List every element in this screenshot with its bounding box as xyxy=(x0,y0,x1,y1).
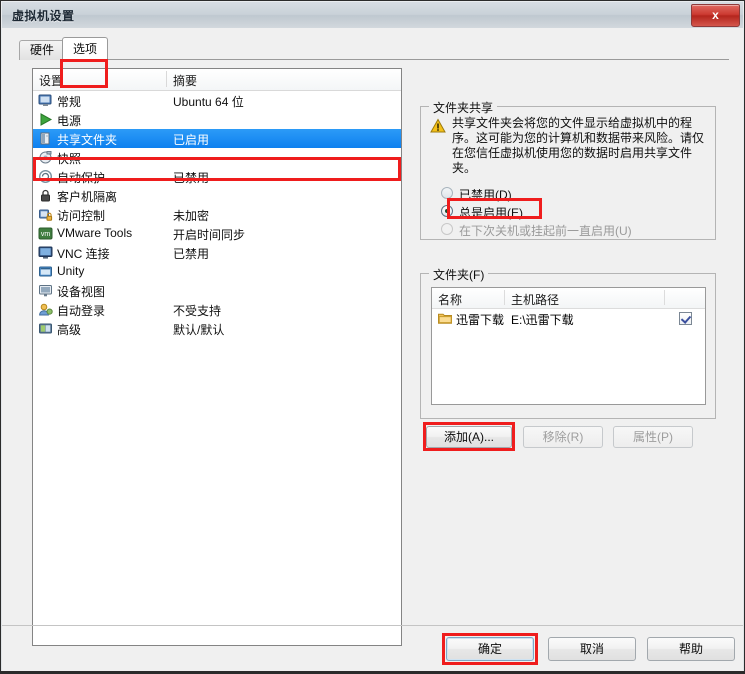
table-row[interactable]: 迅雷下载 E:\迅雷下载 xyxy=(432,309,705,329)
folder-sharing-group: 文件夹共享 共享文件夹会将您的文件显示给虚拟机中的程序。这可能为您的计算机和数据… xyxy=(420,99,716,240)
list-item-label: Unity xyxy=(57,264,85,278)
window-title: 虚拟机设置 xyxy=(12,9,75,23)
column-divider xyxy=(166,71,167,87)
tab-underline xyxy=(19,59,729,60)
folder-sharing-group-title: 文件夹共享 xyxy=(429,99,498,116)
radio-label: 已禁用(D) xyxy=(459,188,512,202)
list-item[interactable]: 自动保护 已禁用 xyxy=(33,167,401,186)
list-item-summary: 默认/默认 xyxy=(173,323,225,337)
tab-strip: 硬件 选项 xyxy=(19,37,729,60)
remove-folder-button: 移除(R) xyxy=(523,426,603,448)
lock-icon xyxy=(38,188,53,203)
settings-list[interactable]: 设置 摘要 常规 Ubuntu 64 位 电源 共享文件夹 已启用 快照 自动保… xyxy=(32,68,402,646)
folders-group: 文件夹(F) 名称 主机路径 迅雷下载 E:\迅雷下载 xyxy=(420,266,716,419)
column-header-host-path: 主机路径 xyxy=(511,293,560,307)
list-item-label: VNC 连接 xyxy=(57,247,110,261)
folders-table-header: 名称 主机路径 xyxy=(432,288,705,309)
list-item-summary: Ubuntu 64 位 xyxy=(173,95,244,109)
dialog-body: 硬件 选项 设置 摘要 常规 Ubuntu 64 位 电源 共享文件夹 已启用 … xyxy=(2,28,743,671)
list-item-shared-folders[interactable]: 共享文件夹 已启用 xyxy=(33,129,401,148)
close-icon[interactable]: x xyxy=(691,4,740,27)
list-item-label: VMware Tools xyxy=(57,226,133,240)
list-item[interactable]: 设备视图 xyxy=(33,281,401,300)
unity-icon xyxy=(38,264,53,279)
list-item[interactable]: 电源 xyxy=(33,110,401,129)
list-item-summary: 已禁用 xyxy=(173,247,210,261)
column-header-summary: 摘要 xyxy=(173,74,198,88)
folders-table[interactable]: 名称 主机路径 迅雷下载 E:\迅雷下载 xyxy=(431,287,706,405)
list-item[interactable]: 常规 Ubuntu 64 位 xyxy=(33,91,401,110)
list-item-label: 访问控制 xyxy=(57,209,106,223)
list-item[interactable]: VNC 连接 已禁用 xyxy=(33,243,401,262)
add-folder-button[interactable]: 添加(A)... xyxy=(426,426,512,448)
sharing-warning-text: 共享文件夹会将您的文件显示给虚拟机中的程序。这可能为您的计算机和数据带来风险。请… xyxy=(452,116,705,175)
radio-label: 总是启用(E) xyxy=(459,206,523,220)
list-item[interactable]: 高级 默认/默认 xyxy=(33,319,401,338)
radio-mark-icon xyxy=(441,187,453,199)
list-item-summary: 未加密 xyxy=(173,209,210,223)
folders-group-title: 文件夹(F) xyxy=(429,266,489,283)
vm-settings-window: 虚拟机设置 x 硬件 选项 设置 摘要 常规 Ubuntu 64 位 电源 共享… xyxy=(0,0,745,674)
autologon-icon xyxy=(38,302,53,317)
radio-mark-icon xyxy=(441,223,453,235)
tab-hardware[interactable]: 硬件 xyxy=(19,40,66,60)
settings-list-header: 设置 摘要 xyxy=(33,69,401,91)
advanced-icon xyxy=(38,321,53,336)
snapshot-icon xyxy=(38,150,53,165)
list-item-label: 设备视图 xyxy=(57,285,106,299)
power-play-icon xyxy=(38,112,53,127)
help-button[interactable]: 帮助 xyxy=(647,637,735,661)
column-divider xyxy=(664,290,665,305)
list-item[interactable]: Unity xyxy=(33,262,401,281)
list-item[interactable]: 快照 xyxy=(33,148,401,167)
title-bar: 虚拟机设置 x xyxy=(2,2,743,29)
monitor-icon xyxy=(38,93,53,108)
list-item-label: 常规 xyxy=(57,95,82,109)
vnc-icon xyxy=(38,245,53,260)
column-header-setting: 设置 xyxy=(39,74,64,88)
tab-options[interactable]: 选项 xyxy=(62,37,109,60)
cancel-button[interactable]: 取消 xyxy=(548,637,636,661)
list-item[interactable]: 客户机隔离 xyxy=(33,186,401,205)
list-item-label: 高级 xyxy=(57,323,82,337)
column-header-name: 名称 xyxy=(438,293,463,307)
radio-label: 在下次关机或挂起前一直启用(U) xyxy=(459,224,632,238)
list-item-summary: 不受支持 xyxy=(173,304,222,318)
footer-separator xyxy=(2,625,743,626)
list-item[interactable]: vm VMware Tools 开启时间同步 xyxy=(33,224,401,243)
list-item-summary: 开启时间同步 xyxy=(173,228,246,242)
list-item-summary: 已启用 xyxy=(173,133,210,147)
vmware-tools-icon: vm xyxy=(38,226,53,241)
svg-text:vm: vm xyxy=(41,231,51,238)
list-item-summary: 已禁用 xyxy=(173,171,210,185)
folder-enabled-checkbox[interactable] xyxy=(679,312,692,325)
folder-host-path: E:\迅雷下载 xyxy=(511,313,574,327)
device-view-icon xyxy=(38,283,53,298)
access-control-icon xyxy=(38,207,53,222)
warning-triangle-icon xyxy=(430,118,446,134)
list-item-label: 共享文件夹 xyxy=(57,133,118,147)
radio-mark-icon xyxy=(441,205,453,217)
list-item-label: 自动保护 xyxy=(57,171,106,185)
folder-name: 迅雷下载 xyxy=(456,313,505,327)
list-item-label: 自动登录 xyxy=(57,304,106,318)
list-item-label: 快照 xyxy=(57,152,82,166)
list-item-label: 客户机隔离 xyxy=(57,190,118,204)
list-item[interactable]: 访问控制 未加密 xyxy=(33,205,401,224)
shared-folder-icon xyxy=(38,131,53,146)
list-item-label: 电源 xyxy=(57,114,82,128)
tab-active-mask xyxy=(63,59,108,60)
folder-icon xyxy=(438,312,452,324)
column-divider xyxy=(504,290,505,305)
list-item[interactable]: 自动登录 不受支持 xyxy=(33,300,401,319)
folder-properties-button: 属性(P) xyxy=(613,426,693,448)
autoprotect-icon xyxy=(38,169,53,184)
ok-button[interactable]: 确定 xyxy=(446,637,534,661)
